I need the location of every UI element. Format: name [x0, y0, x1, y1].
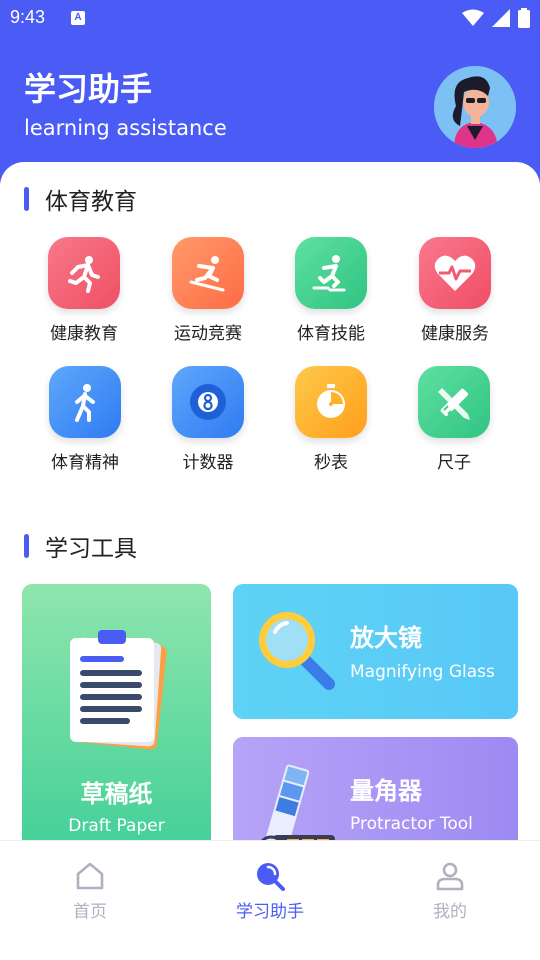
search-icon	[257, 863, 285, 891]
grid-item-label: 健康教育	[50, 324, 118, 344]
status-bar: 9:43 A	[0, 0, 540, 36]
status-icons	[462, 8, 530, 28]
walking-person-icon	[49, 366, 121, 438]
grid-item-label: 尺子	[437, 453, 471, 473]
grid-item-label: 秒表	[314, 453, 348, 473]
home-icon	[76, 862, 104, 890]
card-subtitle: Protractor Tool	[350, 814, 473, 834]
section-title: 体育教育	[45, 189, 137, 215]
avatar-illustration-icon	[434, 66, 516, 148]
tab-home[interactable]: 首页	[30, 859, 150, 923]
grid-item-stopwatch[interactable]: 秒表	[276, 366, 386, 476]
card-subtitle: Magnifying Glass	[350, 662, 495, 682]
card-title: 量角器	[350, 777, 422, 805]
draft-paper-card[interactable]: 草稿纸 Draft Paper	[22, 584, 211, 864]
battery-icon	[518, 8, 530, 28]
skating-icon	[295, 237, 367, 309]
stopwatch-icon	[295, 366, 367, 438]
ruler-pencil-icon	[418, 366, 490, 438]
tab-label: 学习助手	[236, 902, 304, 922]
user-icon	[436, 862, 464, 891]
grid-item-label: 体育精神	[51, 453, 119, 473]
section-header-tools: 学习工具	[24, 529, 137, 563]
card-subtitle: Draft Paper	[68, 816, 165, 836]
grid-item-label: 计数器	[182, 453, 234, 473]
clipboard-icon	[70, 630, 167, 750]
card-title: 放大镜	[350, 624, 422, 652]
grid-item-sports-spirit[interactable]: 体育精神	[30, 366, 140, 476]
grid-item-label: 健康服务	[421, 324, 489, 344]
tab-learning-assistant[interactable]: 学习助手	[210, 859, 330, 923]
wifi-icon	[462, 9, 484, 26]
section-header-sports: 体育教育	[24, 182, 137, 216]
page-title: 学习助手	[24, 70, 153, 108]
page-subtitle: learning assistance	[24, 116, 227, 140]
notification-icon: A	[71, 11, 85, 25]
signal-icon	[492, 9, 510, 27]
grid-item-counter[interactable]: 计数器	[153, 366, 263, 476]
card-title: 草稿纸	[80, 780, 153, 808]
eight-ball-icon	[172, 366, 244, 438]
avatar[interactable]	[434, 66, 516, 148]
bottom-tab-bar: 首页 学习助手 我的	[0, 840, 540, 960]
tab-mine[interactable]: 我的	[390, 859, 510, 923]
section-title: 学习工具	[45, 536, 137, 562]
grid-item-sports-competition[interactable]: 运动竞赛	[153, 237, 263, 347]
tab-label: 首页	[73, 902, 107, 922]
status-time: 9:43	[10, 7, 46, 27]
magnifying-glass-icon	[259, 612, 335, 690]
running-person-icon	[48, 237, 120, 309]
grid-item-label: 运动竞赛	[174, 324, 242, 344]
grid-item-ruler[interactable]: 尺子	[399, 366, 509, 476]
tab-label: 我的	[433, 902, 467, 922]
grid-item-sports-skills[interactable]: 体育技能	[276, 237, 386, 347]
grid-item-label: 体育技能	[297, 324, 365, 344]
skiing-icon	[172, 237, 244, 309]
grid-item-health-service[interactable]: 健康服务	[400, 237, 510, 347]
magnifying-glass-card[interactable]: 放大镜 Magnifying Glass	[233, 584, 518, 719]
section-accent-bar	[24, 534, 29, 558]
heart-rate-icon	[419, 237, 491, 309]
grid-item-health-education[interactable]: 健康教育	[29, 237, 139, 347]
section-accent-bar	[24, 187, 29, 211]
